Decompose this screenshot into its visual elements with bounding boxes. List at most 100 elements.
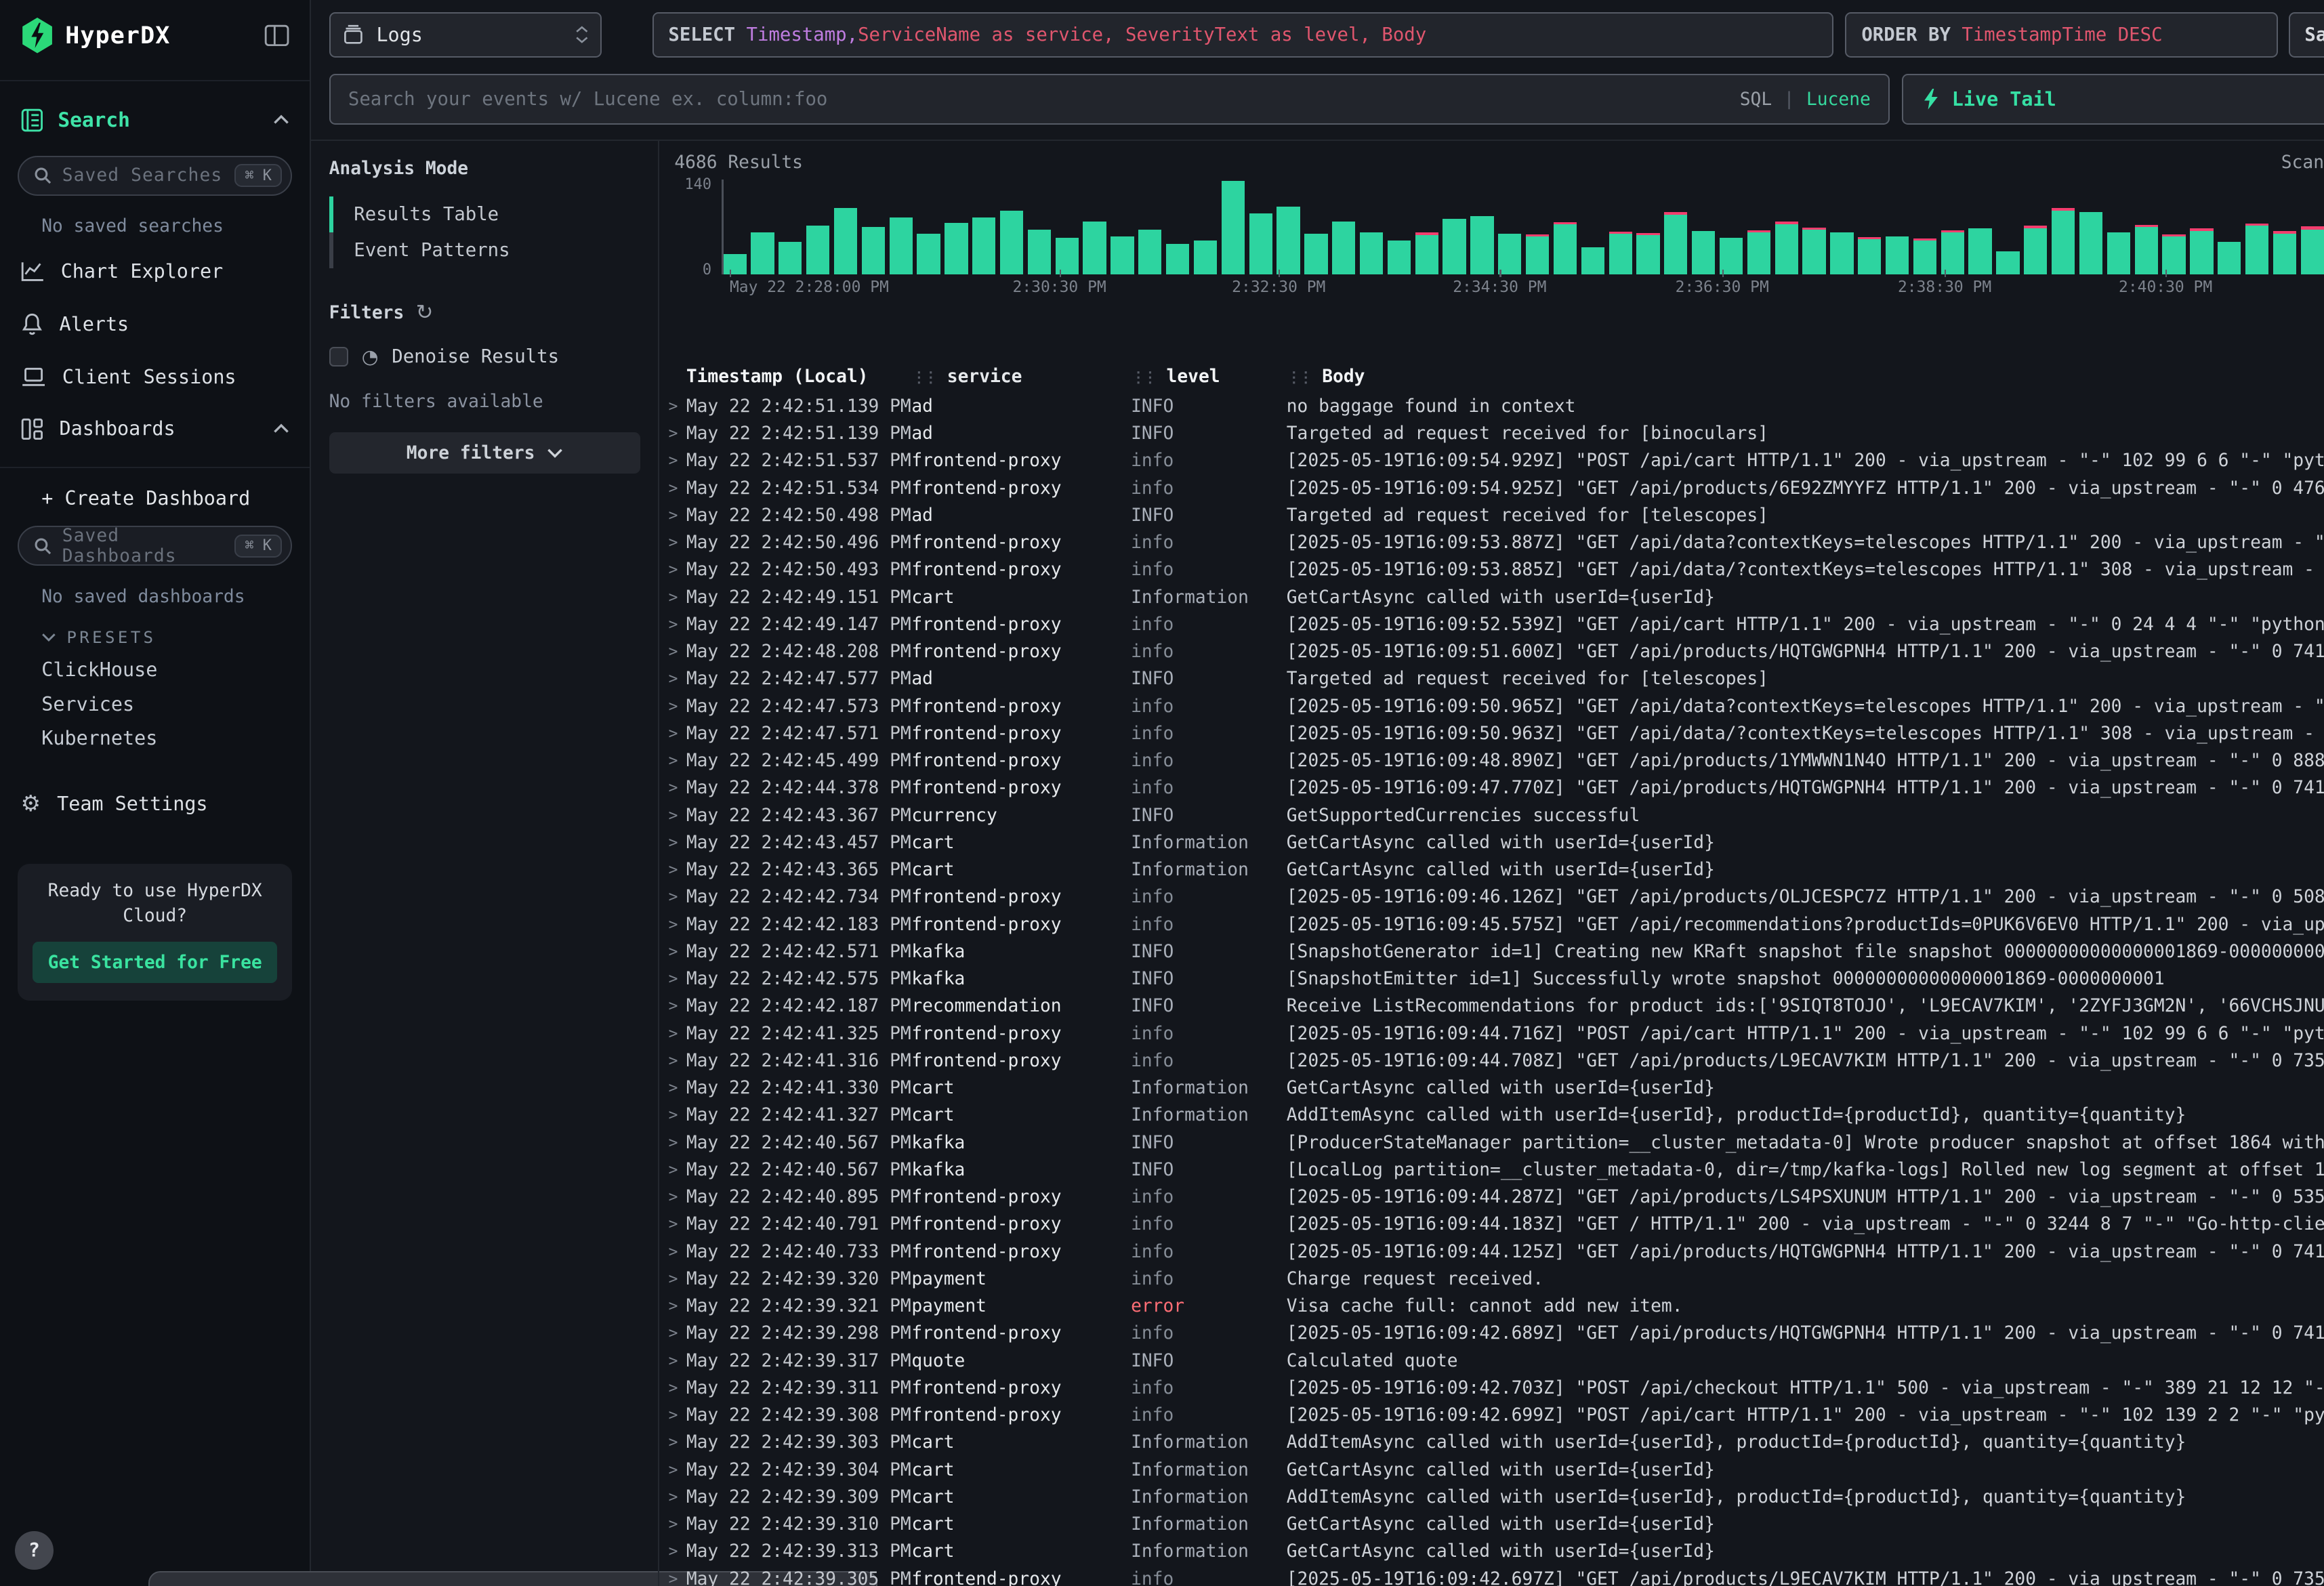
source-select[interactable]: Logs: [329, 12, 602, 58]
histogram-error-cap: [1858, 237, 1881, 239]
log-row[interactable]: >May 22 2:42:39.317 PMquoteINFOCalculate…: [659, 1347, 2324, 1374]
sidebar-item-alerts[interactable]: Alerts: [0, 297, 310, 351]
bell-icon: [21, 312, 43, 336]
log-row[interactable]: >May 22 2:42:41.330 PMcartInformationGet…: [659, 1074, 2324, 1102]
log-row[interactable]: >May 22 2:42:51.139 PMadINFOTargeted ad …: [659, 420, 2324, 447]
log-row[interactable]: >May 22 2:42:40.567 PMkafkaINFO[Producer…: [659, 1129, 2324, 1156]
mode-event-patterns[interactable]: Event Patterns: [329, 232, 641, 268]
log-row[interactable]: >May 22 2:42:51.534 PMfrontend-proxyinfo…: [659, 474, 2324, 501]
log-row[interactable]: >May 22 2:42:47.573 PMfrontend-proxyinfo…: [659, 692, 2324, 719]
live-tail-button[interactable]: Live Tail: [1902, 74, 2324, 124]
sidebar-item-search[interactable]: Search: [0, 93, 310, 147]
help-button[interactable]: ?: [15, 1531, 54, 1570]
column-drag-handle[interactable]: ⋮⋮: [911, 369, 935, 386]
log-row[interactable]: >May 22 2:42:44.378 PMfrontend-proxyinfo…: [659, 774, 2324, 801]
cell-service: frontend-proxy: [911, 696, 1131, 717]
log-row[interactable]: >May 22 2:42:43.365 PMcartInformationGet…: [659, 856, 2324, 883]
saved-searches-input[interactable]: Saved Searches ⌘ K: [18, 156, 292, 196]
log-row[interactable]: >May 22 2:42:40.567 PMkafkaINFO[LocalLog…: [659, 1156, 2324, 1184]
create-dashboard-button[interactable]: + Create Dashboard: [0, 480, 310, 517]
log-row[interactable]: >May 22 2:42:39.309 PMcartInformationAdd…: [659, 1484, 2324, 1511]
row-expand-icon: >: [659, 1052, 686, 1070]
col-level[interactable]: ⋮⋮level: [1131, 367, 1287, 387]
histogram-bar: [834, 208, 857, 274]
order-by-input[interactable]: ORDER BY TimestampTime DESC: [1845, 12, 2278, 58]
log-row[interactable]: >May 22 2:42:42.571 PMkafkaINFO[Snapshot…: [659, 938, 2324, 965]
chevron-up-icon[interactable]: [273, 114, 289, 125]
log-row[interactable]: >May 22 2:42:41.325 PMfrontend-proxyinfo…: [659, 1020, 2324, 1047]
preset-kubernetes[interactable]: Kubernetes: [0, 721, 310, 755]
denoise-checkbox[interactable]: [329, 347, 348, 366]
log-row[interactable]: >May 22 2:42:39.305 PMfrontend-proxyinfo…: [659, 1565, 2324, 1585]
sidebar-item-client-sessions[interactable]: Client Sessions: [0, 351, 310, 403]
log-row[interactable]: >May 22 2:42:48.208 PMfrontend-proxyinfo…: [659, 638, 2324, 665]
log-row[interactable]: >May 22 2:42:40.733 PMfrontend-proxyinfo…: [659, 1238, 2324, 1265]
log-row[interactable]: >May 22 2:42:50.496 PMfrontend-proxyinfo…: [659, 529, 2324, 556]
log-row[interactable]: >May 22 2:42:39.320 PMpaymentinfoCharge …: [659, 1266, 2324, 1293]
column-drag-handle[interactable]: ⋮⋮: [1131, 369, 1155, 386]
cell-timestamp: May 22 2:42:39.313 PM: [686, 1541, 912, 1562]
log-table-body: >May 22 2:42:51.139 PMadINFOno baggage f…: [659, 393, 2324, 1586]
log-row[interactable]: >May 22 2:42:42.734 PMfrontend-proxyinfo…: [659, 883, 2324, 911]
get-started-button[interactable]: Get Started for Free: [33, 942, 277, 983]
log-row[interactable]: >May 22 2:42:47.577 PMadINFOTargeted ad …: [659, 665, 2324, 692]
select-query-input[interactable]: SELECT Timestamp, ServiceName as service…: [652, 12, 1833, 58]
log-row[interactable]: >May 22 2:42:39.298 PMfrontend-proxyinfo…: [659, 1320, 2324, 1347]
column-drag-handle[interactable]: ⋮⋮: [1287, 369, 1310, 386]
col-body[interactable]: ⋮⋮Body: [1287, 367, 2324, 387]
presets-header[interactable]: PRESETS: [0, 616, 310, 652]
log-row[interactable]: >May 22 2:42:39.304 PMcartInformationGet…: [659, 1456, 2324, 1483]
log-row[interactable]: >May 22 2:42:40.791 PMfrontend-proxyinfo…: [659, 1211, 2324, 1238]
sidebar-item-dashboards[interactable]: Dashboards: [0, 403, 310, 455]
log-row[interactable]: >May 22 2:42:41.327 PMcartInformationAdd…: [659, 1102, 2324, 1129]
search-input[interactable]: Search your events w/ Lucene ex. column:…: [329, 74, 1890, 124]
more-filters-button[interactable]: More filters: [329, 432, 641, 474]
log-row[interactable]: >May 22 2:42:39.313 PMcartInformationGet…: [659, 1538, 2324, 1565]
row-expand-icon: >: [659, 834, 686, 852]
log-row[interactable]: >May 22 2:42:50.498 PMadINFOTargeted ad …: [659, 502, 2324, 529]
save-button[interactable]: Sa: [2289, 12, 2324, 58]
log-row[interactable]: >May 22 2:42:49.147 PMfrontend-proxyinfo…: [659, 611, 2324, 638]
log-row[interactable]: >May 22 2:42:39.311 PMfrontend-proxyinfo…: [659, 1375, 2324, 1402]
col-timestamp[interactable]: Timestamp (Local): [686, 367, 912, 387]
sidebar-item-team-settings[interactable]: ⚙ Team Settings: [0, 776, 310, 832]
log-row[interactable]: >May 22 2:42:50.493 PMfrontend-proxyinfo…: [659, 556, 2324, 583]
log-row[interactable]: >May 22 2:42:49.151 PMcartInformationGet…: [659, 583, 2324, 610]
lucene-mode-toggle[interactable]: Lucene: [1806, 89, 1871, 110]
log-row[interactable]: >May 22 2:42:42.575 PMkafkaINFO[Snapshot…: [659, 965, 2324, 993]
log-row[interactable]: >May 22 2:42:42.187 PMrecommendationINFO…: [659, 993, 2324, 1020]
log-row[interactable]: >May 22 2:42:51.537 PMfrontend-proxyinfo…: [659, 447, 2324, 474]
log-row[interactable]: >May 22 2:42:43.457 PMcartInformationGet…: [659, 829, 2324, 856]
x-tick-label: 2:34:30 PM: [1453, 278, 1546, 296]
sidebar-collapse-icon[interactable]: [264, 24, 289, 47]
mode-results-table[interactable]: Results Table: [329, 196, 641, 232]
log-row[interactable]: >May 22 2:42:41.316 PMfrontend-proxyinfo…: [659, 1047, 2324, 1074]
log-row[interactable]: >May 22 2:42:43.367 PMcurrencyINFOGetSup…: [659, 801, 2324, 829]
no-saved-dashboards-text: No saved dashboards: [0, 575, 310, 617]
refresh-filters-icon[interactable]: ↻: [416, 301, 434, 325]
denoise-results-toggle[interactable]: ◔ Denoise Results: [329, 346, 641, 368]
histogram-bar: [1692, 231, 1715, 274]
sidebar-item-chart-explorer[interactable]: Chart Explorer: [0, 245, 310, 297]
chevron-up-icon[interactable]: [273, 423, 289, 434]
log-row[interactable]: >May 22 2:42:47.571 PMfrontend-proxyinfo…: [659, 720, 2324, 747]
log-row[interactable]: >May 22 2:42:39.308 PMfrontend-proxyinfo…: [659, 1402, 2324, 1429]
preset-clickhouse[interactable]: ClickHouse: [0, 652, 310, 687]
row-expand-icon: >: [659, 1434, 686, 1451]
cell-timestamp: May 22 2:42:49.151 PM: [686, 587, 912, 608]
cell-service: quote: [911, 1351, 1131, 1371]
preset-services[interactable]: Services: [0, 687, 310, 722]
log-row[interactable]: >May 22 2:42:39.310 PMcartInformationGet…: [659, 1511, 2324, 1538]
log-row[interactable]: >May 22 2:42:39.303 PMcartInformationAdd…: [659, 1429, 2324, 1456]
log-row[interactable]: >May 22 2:42:42.183 PMfrontend-proxyinfo…: [659, 911, 2324, 938]
saved-dashboards-input[interactable]: Saved Dashboards ⌘ K: [18, 526, 292, 566]
log-row[interactable]: >May 22 2:42:51.139 PMadINFOno baggage f…: [659, 393, 2324, 420]
log-row[interactable]: >May 22 2:42:40.895 PMfrontend-proxyinfo…: [659, 1184, 2324, 1211]
sql-mode-toggle[interactable]: SQL: [1740, 89, 1772, 110]
cell-service: frontend-proxy: [911, 778, 1131, 798]
events-histogram[interactable]: 140 0: [674, 180, 2324, 274]
col-service[interactable]: ⋮⋮service: [911, 367, 1131, 387]
log-row[interactable]: >May 22 2:42:39.321 PMpaymenterrorVisa c…: [659, 1293, 2324, 1320]
log-row[interactable]: >May 22 2:42:45.499 PMfrontend-proxyinfo…: [659, 747, 2324, 774]
cell-level: INFO: [1131, 806, 1287, 826]
